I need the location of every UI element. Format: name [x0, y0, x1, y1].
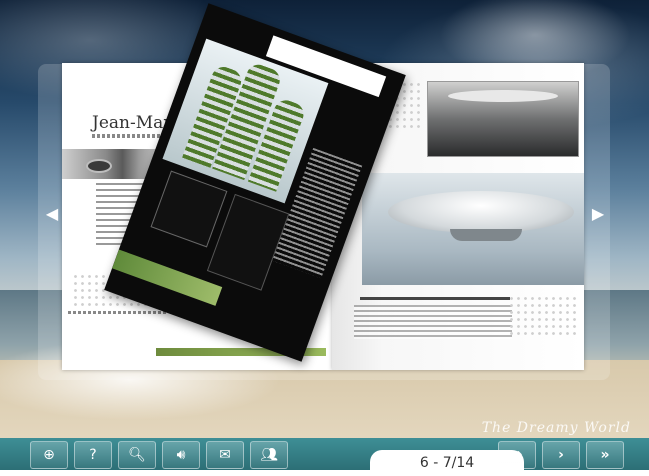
page-footer-rule [68, 311, 168, 314]
sound-button[interactable]: 🔊︎ [162, 441, 200, 469]
floor-plan-drawing [150, 170, 228, 248]
speaker-icon: 🔊︎ [176, 447, 186, 463]
portrait-eye [86, 159, 112, 173]
question-icon: ? [89, 447, 97, 463]
chevron-right-icon: › [558, 447, 564, 463]
dot-pattern-bottom [508, 295, 578, 339]
last-page-button[interactable]: » [586, 441, 624, 469]
help-button[interactable]: ? [74, 441, 112, 469]
zoom-in-icon: ⊕ [43, 447, 55, 463]
next-page-button[interactable]: › [542, 441, 580, 469]
airship-gondola [450, 229, 522, 241]
chevron-right-icon: ➜ [511, 447, 523, 463]
flip-page-photo-strip [112, 249, 223, 306]
search-icon: 🔍︎ [128, 447, 146, 463]
watermark-signature: The Dreamy World [481, 420, 631, 436]
search-button[interactable]: 🔍︎ [118, 441, 156, 469]
email-button[interactable]: ✉ [206, 441, 244, 469]
airship-body [388, 191, 574, 233]
caption-rule [360, 297, 510, 300]
prev-page-button[interactable]: ➜ [498, 441, 536, 469]
double-chevron-right-icon: » [600, 447, 610, 463]
zoom-in-button[interactable]: ⊕ [30, 441, 68, 469]
share-button[interactable]: 👥︎ [250, 441, 288, 469]
prev-page-arrow[interactable]: ◀ [42, 202, 62, 226]
article-text-right [354, 305, 512, 339]
envelope-icon: ✉ [219, 447, 231, 463]
people-icon: 👥︎ [260, 447, 278, 463]
interior-photo [427, 81, 579, 157]
next-page-arrow[interactable]: ▶ [588, 202, 608, 226]
